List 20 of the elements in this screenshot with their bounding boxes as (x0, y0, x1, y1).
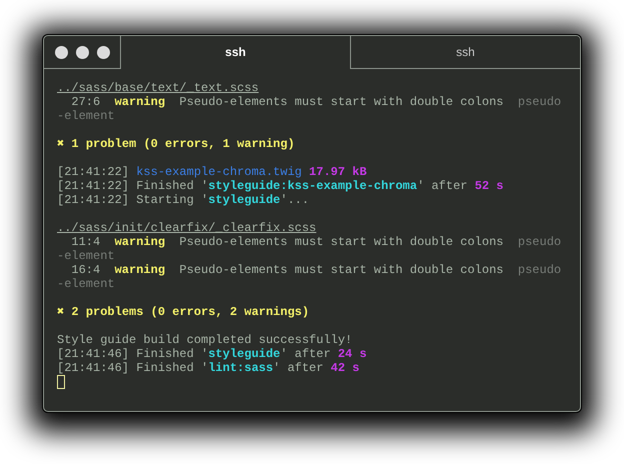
terminal-tab[interactable]: ssh (350, 36, 580, 69)
terminal-line: [21:41:22] Finished 'styleguide:kss-example-chroma' after 52 s (57, 179, 504, 193)
terminal-line: 11:4 warning Pseudo-elements must start with double colons pseudo (70, 235, 562, 249)
terminal-line: [21:41:46] Finished 'lint:sass' after 42 s (57, 361, 360, 375)
terminal-line: [21:41:22] Starting 'styleguide'... (57, 193, 310, 207)
terminal-line: -element (57, 277, 115, 291)
terminal-line: 16:4 warning Pseudo-elements must start with double colons pseudo (70, 263, 562, 277)
terminal-line: ✖ 1 problem (0 errors, 1 warning) (57, 137, 295, 151)
terminal-line: ../sass/base/text/_text.scss (57, 81, 259, 95)
terminal-line: ../sass/init/clearfix/_clearfix.scss (57, 221, 316, 235)
terminal-line: 27:6 warning Pseudo-elements must start with double colons pseudo (70, 95, 562, 109)
terminal-line: ✖ 2 problems (0 errors, 2 warnings) (57, 305, 310, 319)
window-control-button[interactable] (76, 46, 89, 58)
terminal-line: [21:41:46] Finished 'styleguide' after 24 s (57, 347, 367, 361)
terminal-line: -element (57, 109, 115, 123)
terminal-line: -element (57, 249, 115, 263)
window-control-button[interactable] (97, 46, 110, 58)
terminal-line: Style guide build completed successfully! (57, 333, 352, 347)
terminal-line: [21:41:22] kss-example-chroma.twig 17.97 kB (57, 165, 367, 179)
window-control-button[interactable] (55, 46, 68, 58)
